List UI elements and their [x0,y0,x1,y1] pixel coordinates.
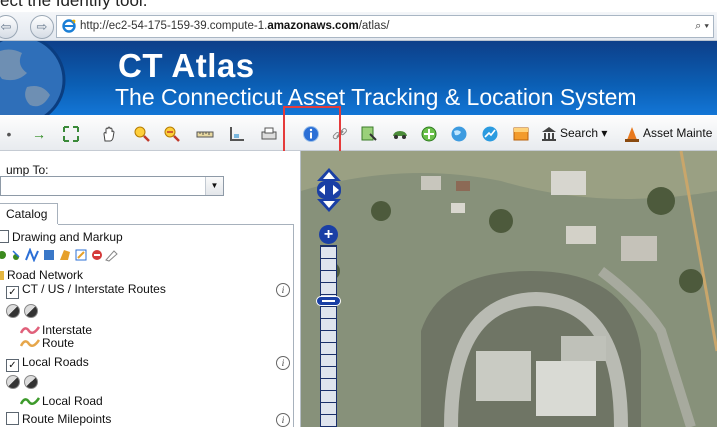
legend-route: Route [20,336,74,350]
label-toggle-icon[interactable] [24,304,38,318]
folder-icon [0,271,4,280]
drawing-markup-item[interactable]: Drawing and Markup [0,230,123,244]
chart-icon[interactable] [481,125,499,143]
area-measure-icon[interactable] [228,125,246,143]
aerial-imagery [301,151,717,427]
report-icon[interactable] [512,125,530,143]
local-road-line-icon [20,397,40,406]
app-subtitle: The Connecticut Asset Tracking & Locatio… [115,84,637,110]
visibility-toggle-icon[interactable] [6,375,20,389]
legend-local-road: Local Road [20,394,103,408]
legend-interstate: Interstate [20,323,92,337]
zoom-slider[interactable] [320,245,337,427]
drawing-tools-row [0,247,148,265]
jump-to-select[interactable]: ▼ [0,176,224,196]
app-banner: CT Atlas The Connecticut Asset Tracking … [0,41,717,115]
previous-extent-icon[interactable]: • [0,125,18,143]
local-roads-checkbox[interactable]: ✓ [6,359,19,372]
visibility-toggle-icon[interactable] [6,304,20,318]
ct-routes-toggles [6,304,42,319]
measure-icon[interactable] [196,125,214,143]
interstate-line-icon [20,326,40,335]
local-roads-toggles [6,375,42,390]
forward-button[interactable]: ⇨ [30,15,54,39]
pan-control[interactable] [314,167,344,213]
pan-hand-icon[interactable] [100,125,118,143]
local-roads-info-icon[interactable]: i [276,356,290,370]
zoom-in-icon[interactable] [133,125,151,143]
route-milepoints-checkbox[interactable] [6,412,19,425]
road-network-item[interactable]: Road Network [0,268,83,282]
tab-catalog[interactable]: Catalog [0,203,58,224]
ct-routes-checkbox[interactable]: ✓ [6,286,19,299]
local-roads-item[interactable]: ✓ Local Roads [6,355,89,372]
address-actions[interactable]: ⌕ ▾ [695,16,709,37]
label-toggle-icon[interactable] [24,375,38,389]
full-extent-icon[interactable] [62,125,80,143]
jump-to-label: ump To: [6,163,49,177]
panel-tabs: Catalog [0,203,300,225]
app-title: CT Atlas [118,47,255,84]
left-panel: ump To: ▼ Catalog Drawing and Markup Roa… [0,151,301,427]
asset-maintenance-menu[interactable]: Asset Mainte [643,126,712,140]
building-icon[interactable] [540,125,558,143]
chevron-down-icon[interactable]: ▼ [205,177,223,195]
ct-routes-item[interactable]: ✓ CT / US / Interstate Routes [6,282,166,299]
catalog-tree: Drawing and Markup Road Network ✓ CT / US… [0,225,294,427]
zoom-slider-thumb[interactable] [316,296,341,306]
asset-cone-icon[interactable] [623,125,641,143]
select-feature-icon[interactable] [360,125,378,143]
vehicle-icon[interactable] [391,125,409,143]
route-milepoints-info-icon[interactable]: i [276,413,290,427]
globe-icon [0,41,66,115]
instruction-caption: ect the Identify tool. [0,0,148,10]
url-text: http://ec2-54-175-159-39.compute-1.amazo… [80,20,390,32]
browser-address-bar-area: ⇦ ⇨ http://ec2-54-175-159-39.compute-1.a… [0,12,717,41]
drawing-markup-checkbox[interactable] [0,230,9,243]
print-icon[interactable] [260,125,278,143]
route-milepoints-item[interactable]: Route Milepoints [6,412,111,426]
ct-routes-info-icon[interactable]: i [276,283,290,297]
next-extent-icon[interactable]: → [30,125,48,143]
back-button[interactable]: ⇦ [0,15,18,39]
route-line-icon [20,339,40,348]
address-bar[interactable]: http://ec2-54-175-159-39.compute-1.amazo… [56,15,714,38]
globe-tool-icon[interactable] [450,125,468,143]
zoom-in-button[interactable]: + [319,225,338,244]
map-toolbar: • → Search ▾ Asset Mainte [0,116,717,151]
zoom-out-icon[interactable] [163,125,181,143]
add-point-icon[interactable] [420,125,438,143]
search-menu[interactable]: Search ▾ [560,126,607,140]
drawing-tools-icons [0,247,118,263]
ie-page-icon [62,19,76,33]
map-view[interactable]: + [301,151,717,427]
